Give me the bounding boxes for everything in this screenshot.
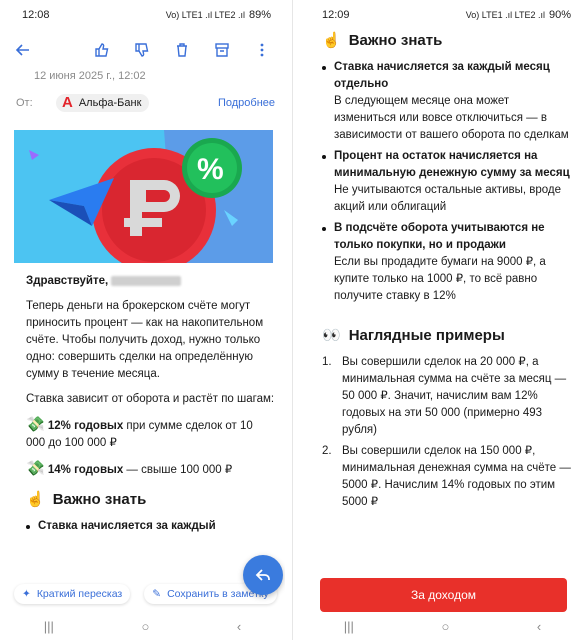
bullet-title: Ставка начисляется за каждый месяц отдел…: [334, 61, 550, 90]
details-link[interactable]: Подробнее: [218, 97, 275, 109]
trash-icon[interactable]: [173, 41, 191, 59]
bullet-text: Не учитываются остальные активы, вроде а…: [334, 184, 562, 213]
status-right: Vo) LTE1 .ıl LTE2 .ıl 90%: [466, 9, 571, 21]
hand-point-icon: ☝️: [322, 32, 341, 49]
paragraph-rate: Ставка зависит от оборота и растёт по ша…: [26, 393, 275, 405]
bullet-text: В следующем месяце она может измениться …: [334, 95, 569, 141]
list-item: Процент на остаток начисляется на минима…: [322, 148, 571, 216]
sender-chip[interactable]: A Альфа-Банк: [56, 94, 150, 112]
section-heading: 👀 Наглядные примеры: [322, 327, 571, 344]
bullet-text: Если вы продадите бумаги на 9000 ₽, а ку…: [334, 256, 546, 302]
recent-apps-icon[interactable]: |||: [344, 619, 354, 634]
cta-button[interactable]: За доходом: [320, 578, 567, 612]
promo-banner: %: [14, 130, 273, 263]
example-text: Вы совершили сделок на 20 000 ₽, а миним…: [342, 356, 567, 436]
dislike-icon[interactable]: [133, 41, 151, 59]
mail-body: Здравствуйте, Теперь деньги на брокерско…: [0, 263, 285, 535]
status-time: 12:09: [322, 9, 350, 21]
list-item: Ставка начисляется за каждый месяц отдел…: [322, 59, 571, 144]
list-number: 2.: [322, 445, 332, 457]
section-title-text: Важно знать: [348, 32, 443, 49]
list-item: В подсчёте оборота учитываются не только…: [322, 220, 571, 305]
summary-button[interactable]: ✦ Краткий пересказ: [14, 584, 131, 604]
rate1-bold: 12% годовых: [47, 420, 124, 432]
recent-apps-icon[interactable]: |||: [44, 619, 54, 634]
back-nav-icon[interactable]: ‹: [537, 619, 541, 634]
list-item: Ставка начисляется за каждый: [26, 518, 275, 535]
alfa-logo-icon: A: [62, 94, 73, 111]
system-nav: ||| ○ ‹: [300, 612, 585, 640]
system-nav: ||| ○ ‹: [0, 612, 285, 640]
bullet-dot: [322, 155, 326, 159]
hand-point-icon: ☝️: [26, 491, 45, 508]
back-nav-icon[interactable]: ‹: [237, 619, 241, 634]
network-indicators: Vo) LTE1 .ıl LTE2 .ıl: [165, 10, 245, 20]
rate-line-1: 💸 12% годовых при сумме сделок от 10 000…: [26, 416, 275, 452]
archive-icon[interactable]: [213, 41, 231, 59]
money-icon: 💸: [26, 460, 45, 477]
mail-date: 12 июня 2025 г., 12:02: [34, 70, 146, 82]
bullet-dot: [26, 525, 30, 529]
battery-level: 89%: [248, 9, 271, 21]
list-number: 1.: [322, 356, 332, 368]
list-item: 1. Вы совершили сделок на 20 000 ₽, а мин…: [322, 354, 571, 439]
money-icon: 💸: [26, 416, 45, 433]
rate2-rest: — свыше 100 000 ₽: [123, 464, 233, 476]
left-screen: 12:08 Vo) LTE1 .ıl LTE2 .ıl 89% 12 июня …: [0, 0, 285, 640]
eyes-icon: 👀: [322, 327, 341, 344]
more-vert-icon[interactable]: [253, 41, 271, 59]
paragraph-intro: Теперь деньги на брокерском счёте могут …: [26, 300, 264, 380]
bullet-dot: [322, 227, 326, 231]
example-text: Вы совершили сделок на 150 000 ₽, минима…: [342, 445, 571, 508]
list-item: 2. Вы совершили сделок на 150 000 ₽, мини…: [322, 443, 571, 511]
reply-button[interactable]: [243, 555, 283, 595]
section-heading: ☝️ Важно знать: [322, 32, 571, 49]
rate2-bold: 14% годовых: [47, 464, 124, 476]
bullet-dot: [322, 66, 326, 70]
redacted-name: [111, 275, 182, 286]
section-title-text: Важно знать: [52, 491, 147, 508]
section-title-text: Наглядные примеры: [348, 327, 505, 344]
summary-label: Краткий пересказ: [36, 588, 123, 600]
rate-line-2: 💸 14% годовых — свыше 100 000 ₽: [26, 460, 275, 479]
status-right: Vo) LTE1 .ıl LTE2 .ıl 89%: [166, 9, 271, 21]
home-icon[interactable]: ○: [141, 619, 149, 634]
section-heading: ☝️ Важно знать: [26, 491, 275, 508]
bullet-title: В подсчёте оборота учитываются не только…: [334, 222, 545, 251]
toolbar-actions: [93, 41, 271, 59]
svg-text:%: %: [197, 153, 224, 186]
network-indicators: Vo) LTE1 .ıl LTE2 .ıl: [465, 10, 545, 20]
bullet-preview: Ставка начисляется за каждый: [38, 520, 216, 532]
sender-row: От: A Альфа-Банк Подробнее: [0, 88, 285, 118]
note-icon: ✎: [152, 588, 162, 600]
reply-icon: [255, 569, 270, 581]
screen-divider: [292, 0, 293, 640]
mail-toolbar: [0, 30, 285, 70]
ai-summary-icon: ✦: [22, 588, 31, 600]
greeting: Здравствуйте,: [26, 275, 109, 287]
home-icon[interactable]: ○: [441, 619, 449, 634]
right-screen: 12:09 Vo) LTE1 .ıl LTE2 .ıl 90% ☝️ Важно …: [300, 0, 585, 640]
status-bar: 12:09 Vo) LTE1 .ıl LTE2 .ıl 90%: [300, 0, 585, 30]
bullet-title: Процент на остаток начисляется на минима…: [334, 150, 570, 179]
battery-level: 90%: [548, 9, 571, 21]
status-bar: 12:08 Vo) LTE1 .ıl LTE2 .ıl 89%: [0, 0, 285, 30]
sender-name: Альфа-Банк: [78, 97, 142, 109]
back-arrow-icon[interactable]: [14, 41, 32, 59]
from-label: От:: [16, 97, 33, 109]
status-time: 12:08: [22, 9, 50, 21]
mail-body-continued: ☝️ Важно знать Ставка начисляется за кажд…: [300, 32, 585, 511]
assistant-bar: ✦ Краткий пересказ ✎ Сохранить в заметку: [0, 578, 285, 610]
like-icon[interactable]: [93, 41, 111, 59]
